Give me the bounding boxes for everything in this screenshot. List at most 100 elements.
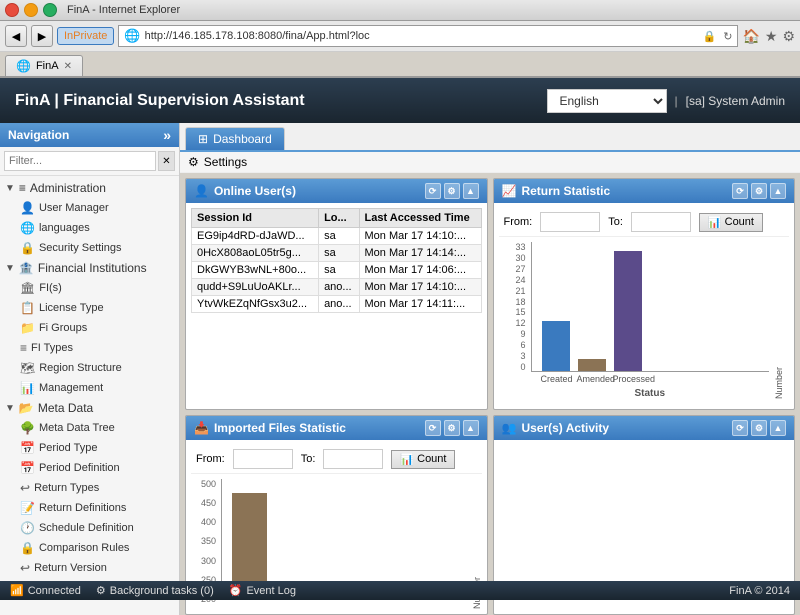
- to-input-imported[interactable]: [323, 449, 383, 469]
- background-tasks-label: Background tasks (0): [110, 585, 214, 597]
- status-background-tasks[interactable]: ⚙ Background tasks (0): [96, 584, 214, 597]
- sidebar-item-label-fi: FI(s): [39, 282, 62, 294]
- panel-btn-collapse-activity[interactable]: ▲: [770, 420, 786, 436]
- browser-chrome: FinA - Internet Explorer ◀ ▶ InPrivate 🌐…: [0, 0, 800, 78]
- from-input-imported[interactable]: [233, 449, 293, 469]
- table-row[interactable]: EG9ip4dRD-dJaWD... sa Mon Mar 17 14:10:.…: [192, 228, 482, 245]
- panel-btn-refresh-return[interactable]: ⟳: [732, 183, 748, 199]
- user-manager-icon: 👤: [20, 201, 35, 215]
- tree-group-header-metadata[interactable]: ▼ 📂 Meta Data: [0, 398, 179, 418]
- tab-close-btn[interactable]: ✕: [64, 61, 72, 72]
- panel-btn-collapse-users[interactable]: ▲: [463, 183, 479, 199]
- browser-min-btn[interactable]: [24, 3, 38, 17]
- sidebar-item-return-types[interactable]: ↩ Return Types: [0, 478, 179, 498]
- tree-group-header-administration[interactable]: ▼ ≡ Administration: [0, 178, 179, 198]
- status-event-log[interactable]: ⏰ Event Log: [229, 584, 296, 597]
- browser-close-btn[interactable]: [5, 3, 19, 17]
- refresh-btn-addr[interactable]: ↻: [723, 30, 732, 43]
- panel-btn-config-imported[interactable]: ⚙: [444, 420, 460, 436]
- language-select[interactable]: English Arabic: [547, 89, 667, 113]
- home-icon[interactable]: 🏠: [742, 28, 759, 45]
- sidebar-item-period-type[interactable]: 📅 Period Type: [0, 438, 179, 458]
- to-label-return: To:: [608, 216, 623, 228]
- cell-time: Mon Mar 17 14:14:...: [359, 245, 481, 262]
- count-btn-imported[interactable]: 📊 Count: [391, 450, 455, 469]
- from-input-return[interactable]: [540, 212, 600, 232]
- group-label-financial: Financial Institutions: [38, 261, 147, 275]
- back-button[interactable]: ◀: [5, 25, 27, 47]
- panel-controls-activity: ⟳ ⚙ ▲: [732, 420, 786, 436]
- dashboard-content: 👤 Online User(s) ⟳ ⚙ ▲ Session Id: [180, 173, 800, 615]
- browser-tab-bar: 🌐 FinA ✕: [0, 52, 800, 77]
- sidebar-item-label-return-types: Return Types: [34, 482, 99, 494]
- wifi-icon: 📶: [10, 584, 24, 597]
- browser-max-btn[interactable]: [43, 3, 57, 17]
- panel-btn-collapse-imported[interactable]: ▲: [463, 420, 479, 436]
- sidebar-item-comparison-rules[interactable]: 🔒 Comparison Rules: [0, 538, 179, 558]
- sidebar-item-fi-groups[interactable]: 📁 Fi Groups: [0, 318, 179, 338]
- stat-controls: From: To: 📊 Count: [499, 208, 790, 237]
- tree-group-header-financial[interactable]: ▼ 🏦 Financial Institutions: [0, 258, 179, 278]
- online-users-title: Online User(s): [214, 184, 296, 198]
- panel-btn-config-activity[interactable]: ⚙: [751, 420, 767, 436]
- star-icon[interactable]: ★: [765, 28, 778, 45]
- sidebar-item-region-structure[interactable]: 🗺 Region Structure: [0, 358, 179, 378]
- count-btn-return[interactable]: 📊 Count: [699, 213, 763, 232]
- table-row[interactable]: DkGWYB3wNL+80o... sa Mon Mar 17 14:06:..…: [192, 262, 482, 279]
- table-row[interactable]: 0HcX808aoL05tr5g... sa Mon Mar 17 14:14:…: [192, 245, 482, 262]
- panel-btn-config-users[interactable]: ⚙: [444, 183, 460, 199]
- panel-return-statistic: 📈 Return Statistic ⟳ ⚙ ▲ From: To:: [493, 178, 796, 410]
- sidebar-collapse-btn[interactable]: »: [163, 127, 171, 143]
- user-info: [sa] System Admin: [686, 94, 785, 108]
- browser-tab-fina[interactable]: 🌐 FinA ✕: [5, 55, 83, 76]
- sidebar-item-management[interactable]: 📊 Management: [0, 378, 179, 398]
- sidebar-item-label-schedule: Schedule Definition: [39, 522, 134, 534]
- sidebar-item-fi-types[interactable]: ≡ FI Types: [0, 338, 179, 358]
- sidebar-item-meta-data-tree[interactable]: 🌳 Meta Data Tree: [0, 418, 179, 438]
- panel-btn-collapse-return[interactable]: ▲: [770, 183, 786, 199]
- settings-label: Settings: [204, 155, 247, 169]
- filter-input[interactable]: [4, 151, 156, 171]
- settings-row[interactable]: ⚙ Settings: [180, 152, 800, 173]
- separator: |: [675, 94, 678, 108]
- sidebar-title: Navigation: [8, 128, 69, 142]
- sidebar-item-label-license-type: License Type: [39, 302, 104, 314]
- sidebar-item-label-region: Region Structure: [39, 362, 122, 374]
- expand-icon-financial: ▼: [5, 263, 15, 274]
- sidebar-item-period-definition[interactable]: 📅 Period Definition: [0, 458, 179, 478]
- y-val-15: 15: [515, 307, 525, 317]
- tab-dashboard[interactable]: ⊞ Dashboard: [185, 127, 285, 150]
- panel-btn-refresh-imported[interactable]: ⟳: [425, 420, 441, 436]
- license-type-icon: 📋: [20, 301, 35, 315]
- panel-controls-return: ⟳ ⚙ ▲: [732, 183, 786, 199]
- y-val-24: 24: [515, 275, 525, 285]
- sidebar-item-label-return-version: Return Version: [34, 562, 107, 574]
- sidebar-item-return-version[interactable]: ↩ Return Version: [0, 558, 179, 578]
- to-input-return[interactable]: [631, 212, 691, 232]
- region-icon: 🗺: [20, 361, 35, 375]
- address-bar[interactable]: 🌐 http://146.185.178.108:8080/fina/App.h…: [118, 25, 738, 47]
- cell-session: 0HcX808aoL05tr5g...: [192, 245, 319, 262]
- imp-y-350: 350: [201, 536, 216, 546]
- languages-icon: 🌐: [20, 221, 35, 235]
- sidebar-item-languages[interactable]: 🌐 languages: [0, 218, 179, 238]
- sidebar-item-fi[interactable]: 🏛 FI(s): [0, 278, 179, 298]
- cell-login: ano...: [319, 296, 359, 313]
- filter-clear-btn[interactable]: ✕: [158, 151, 175, 171]
- panel-body-users: Session Id Lo... Last Accessed Time EG9i…: [186, 203, 487, 318]
- app-header: FinA | Financial Supervision Assistant E…: [0, 78, 800, 123]
- panel-btn-refresh-activity[interactable]: ⟳: [732, 420, 748, 436]
- sidebar-item-user-manager[interactable]: 👤 User Manager: [0, 198, 179, 218]
- table-row[interactable]: YtvWkEZqNfGsx3u2... ano... Mon Mar 17 14…: [192, 296, 482, 313]
- return-types-icon: ↩: [20, 481, 30, 495]
- forward-button[interactable]: ▶: [31, 25, 53, 47]
- sidebar-item-return-definitions[interactable]: 📝 Return Definitions: [0, 498, 179, 518]
- content-tab-row: ⊞ Dashboard: [180, 123, 800, 152]
- table-row[interactable]: qudd+S9LuUoAKLr... ano... Mon Mar 17 14:…: [192, 279, 482, 296]
- panel-btn-refresh-users[interactable]: ⟳: [425, 183, 441, 199]
- gear-icon-browser[interactable]: ⚙: [782, 28, 795, 45]
- sidebar-item-schedule-definition[interactable]: 🕐 Schedule Definition: [0, 518, 179, 538]
- sidebar-item-security-settings[interactable]: 🔒 Security Settings: [0, 238, 179, 258]
- panel-btn-config-return[interactable]: ⚙: [751, 183, 767, 199]
- sidebar-item-license-type[interactable]: 📋 License Type: [0, 298, 179, 318]
